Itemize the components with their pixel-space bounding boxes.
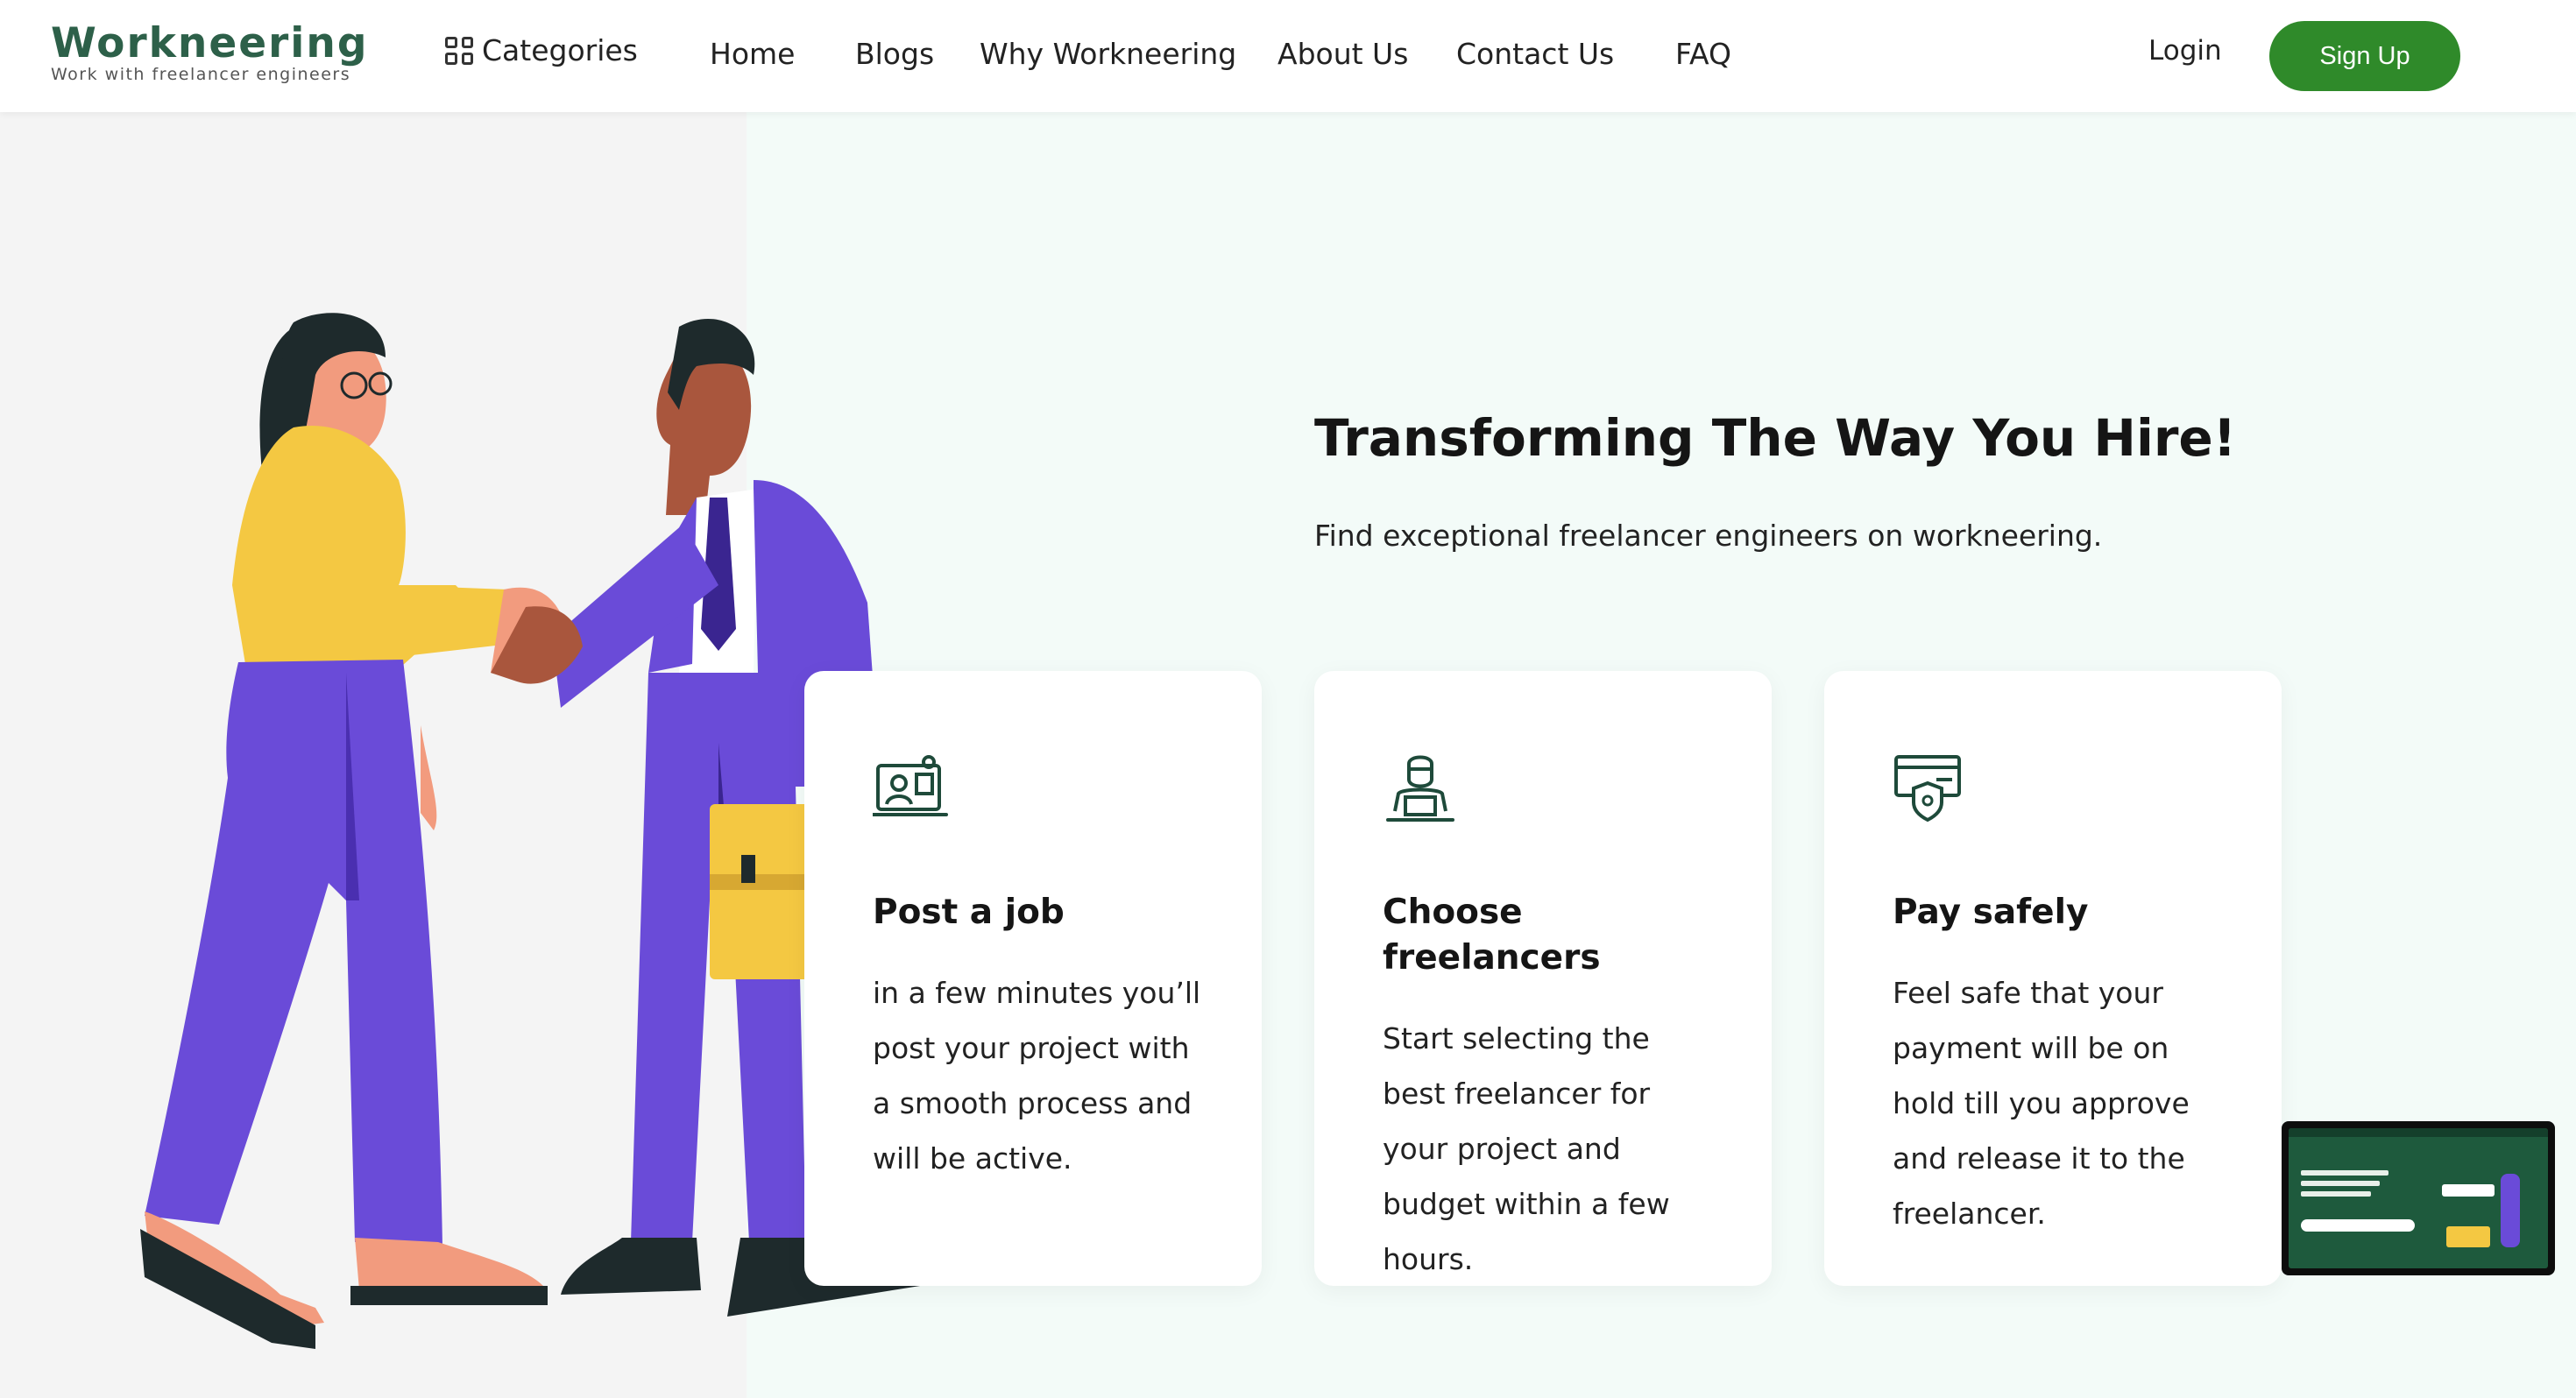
feature-card-post-job: Post a job in a few minutes you’ll post … <box>804 671 1262 1286</box>
card-description: Feel safe that your payment will be on h… <box>1893 976 2190 1231</box>
hero-subtitle: Find exceptional freelancer engineers on… <box>1314 519 2103 553</box>
login-link[interactable]: Login <box>2148 35 2222 67</box>
payment-shield-icon <box>1894 755 1961 823</box>
card-title: Pay safely <box>1893 893 2089 932</box>
card-title: Post a job <box>873 893 1065 932</box>
hero-title: Transforming The Way You Hire! <box>1314 408 2237 468</box>
logo-wordmark: Workneering <box>51 19 369 67</box>
workneering-logo[interactable]: Workneering Work with freelancer enginee… <box>51 19 369 85</box>
thumbnail-screenshot <box>2289 1128 2548 1268</box>
nav-link-about-us[interactable]: About Us <box>1277 37 1408 71</box>
nav-link-blogs[interactable]: Blogs <box>855 37 934 71</box>
sign-up-button[interactable]: Sign Up <box>2269 21 2460 91</box>
feature-card-pay-safely: Pay safely Feel safe that your payment w… <box>1824 671 2282 1286</box>
logo-tagline: Work with freelancer engineers <box>51 65 351 84</box>
categories-label: Categories <box>482 33 638 67</box>
preview-thumbnail[interactable] <box>2282 1121 2555 1275</box>
freelancer-icon <box>1386 755 1454 822</box>
nav-link-contact-us[interactable]: Contact Us <box>1456 37 1614 71</box>
job-post-icon <box>873 755 948 816</box>
top-navbar: Workneering Work with freelancer enginee… <box>0 0 2576 112</box>
card-title: Choose freelancers <box>1383 893 1601 978</box>
nav-link-why-workneering[interactable]: Why Workneering <box>980 37 1236 71</box>
card-description: in a few minutes you’ll post your projec… <box>873 976 1201 1176</box>
categories-menu-button[interactable]: Categories <box>445 33 638 67</box>
nav-link-home[interactable]: Home <box>710 37 795 71</box>
card-description: Start selecting the best freelancer for … <box>1383 1021 1670 1276</box>
grid-icon <box>445 36 473 65</box>
feature-card-choose-freelancers: Choose freelancers Start selecting the b… <box>1314 671 1772 1286</box>
nav-link-faq[interactable]: FAQ <box>1675 37 1731 71</box>
